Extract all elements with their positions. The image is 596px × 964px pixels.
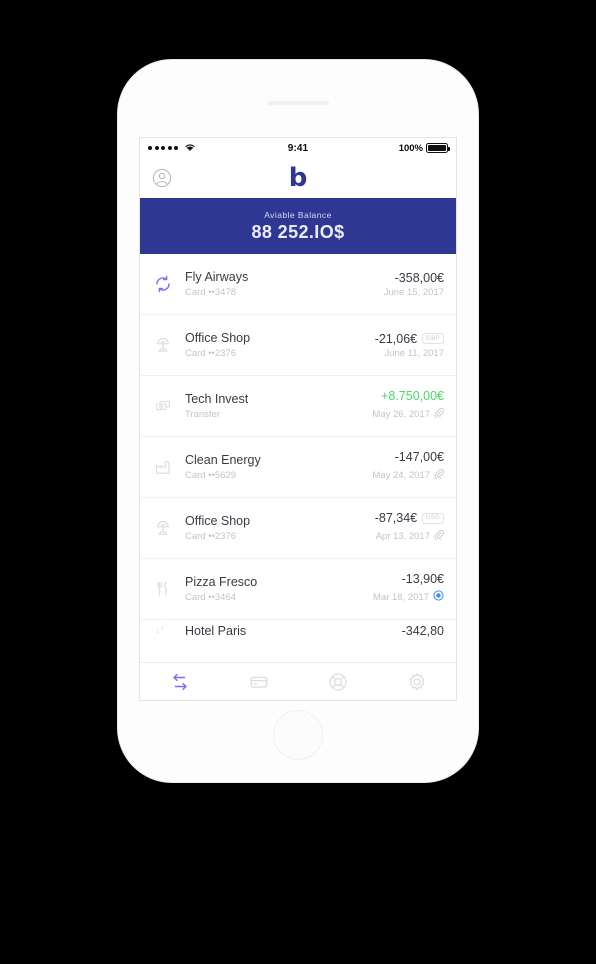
tab-transfers[interactable]	[140, 663, 219, 700]
transaction-date: June 15, 2017	[383, 286, 444, 298]
transaction-meta: -21,06€ GBP June 11, 2017	[375, 332, 444, 359]
status-bar: 9:41 100%	[140, 138, 456, 158]
transaction-date: June 11, 2017	[384, 347, 444, 359]
currency-badge: USD	[422, 512, 444, 524]
tab-settings[interactable]	[377, 663, 456, 700]
location-pin-icon[interactable]	[433, 588, 444, 606]
transaction-info: Pizza Fresco Card ••3464	[176, 575, 373, 604]
bottom-tab-bar[interactable]	[140, 662, 456, 700]
transaction-title: Clean Energy	[185, 452, 261, 467]
transaction-info: Office Shop Card ••2376	[176, 331, 375, 360]
desk-lamp-icon	[150, 518, 176, 538]
transaction-subtitle: Transfer	[185, 408, 221, 420]
svg-text:z: z	[165, 622, 167, 627]
transaction-amount: -21,06€	[374, 331, 418, 346]
balance-label: Aviable Balance	[264, 209, 332, 220]
screenshot-canvas: 9:41 100% b Aviable Balance 88 252.IO$ F…	[0, 0, 596, 964]
app-header: b	[140, 158, 456, 198]
transaction-subtitle: Card ••5629	[185, 469, 237, 481]
svg-text:z: z	[161, 625, 164, 631]
transaction-subtitle: Card ••3464	[185, 591, 237, 603]
balance-amount: 88 252.IO$	[251, 221, 345, 242]
transaction-info: Tech Invest Transfer	[176, 392, 372, 421]
transaction-amount: +8.750,00€	[381, 389, 444, 403]
status-bar-clock: 9:41	[287, 142, 309, 154]
transaction-title: Tech Invest	[185, 391, 249, 406]
transaction-info: Fly Airways Card ••3478	[176, 270, 384, 299]
paperclip-icon[interactable]	[434, 466, 444, 484]
transaction-title: Office Shop	[185, 513, 251, 528]
banknotes-icon	[150, 396, 176, 416]
factory-icon	[150, 457, 176, 477]
transaction-date: Mar 18, 2017	[373, 591, 429, 603]
transaction-meta: +8.750,00€ May 26, 2017	[372, 389, 444, 423]
tab-support[interactable]	[298, 663, 377, 700]
transaction-meta: -342,80	[402, 620, 444, 638]
phone-screen: 9:41 100% b Aviable Balance 88 252.IO$ F…	[140, 138, 456, 700]
transaction-row-partial[interactable]: z z z Hotel Paris -342,80	[140, 620, 456, 646]
transaction-subtitle: Card ••3478	[185, 286, 237, 298]
sleep-zzz-icon: z z z	[150, 620, 176, 636]
transaction-row[interactable]: Fly Airways Card ••3478 -358,00€ June 15…	[140, 254, 456, 315]
transaction-subtitle: Card ••2376	[185, 530, 237, 542]
transaction-date: May 26, 2017	[372, 408, 430, 420]
transaction-info: Office Shop Card ••2376	[176, 514, 375, 543]
tab-cards[interactable]	[219, 663, 298, 700]
transaction-amount: -87,34€	[374, 511, 418, 525]
transaction-title: Hotel Paris	[185, 624, 247, 638]
paperclip-icon[interactable]	[434, 527, 444, 545]
svg-text:z: z	[156, 628, 159, 635]
transaction-meta: -13,90€ Mar 18, 2017	[373, 572, 444, 606]
transaction-title: Fly Airways	[185, 269, 249, 284]
sync-arrows-icon	[150, 274, 176, 294]
available-balance-banner: Aviable Balance 88 252.IO$	[140, 198, 456, 254]
transaction-list[interactable]: Fly Airways Card ••3478 -358,00€ June 15…	[140, 254, 456, 646]
transaction-row[interactable]: Pizza Fresco Card ••3464 -13,90€ Mar 18,…	[140, 559, 456, 620]
transaction-meta: -87,34€ USD Apr 13, 2017	[375, 511, 444, 545]
currency-badge: GBP	[422, 333, 444, 344]
transaction-amount: -13,90€	[401, 572, 444, 586]
desk-lamp-icon	[150, 335, 176, 355]
transaction-info: Hotel Paris	[176, 620, 402, 639]
battery-icon	[426, 143, 450, 153]
transaction-info: Clean Energy Card ••5629	[176, 453, 372, 482]
transaction-title: Office Shop	[185, 330, 251, 345]
transaction-row[interactable]: Clean Energy Card ••5629 -147,00€ May 24…	[140, 437, 456, 498]
home-button[interactable]	[273, 710, 323, 760]
transaction-date: Apr 13, 2017	[375, 530, 430, 542]
earpiece-speaker	[267, 101, 329, 105]
transaction-amount: -342,80	[401, 624, 444, 638]
fork-knife-icon	[150, 579, 176, 599]
transaction-date: May 24, 2017	[372, 469, 430, 481]
paperclip-icon[interactable]	[434, 405, 444, 423]
transaction-meta: -147,00€ May 24, 2017	[372, 450, 444, 484]
transaction-subtitle: Card ••2376	[185, 347, 237, 359]
transaction-row[interactable]: Tech Invest Transfer +8.750,00€ May 26, …	[140, 376, 456, 437]
phone-device-frame: 9:41 100% b Aviable Balance 88 252.IO$ F…	[118, 60, 478, 782]
app-logo: b	[288, 163, 308, 193]
transaction-title: Pizza Fresco	[185, 574, 258, 589]
transaction-amount: -358,00€	[394, 270, 444, 285]
transaction-row[interactable]: Office Shop Card ••2376 -21,06€ GBP June…	[140, 315, 456, 376]
transaction-meta: -358,00€ June 15, 2017	[384, 271, 444, 298]
transaction-amount: -147,00€	[394, 450, 444, 464]
transaction-row[interactable]: Office Shop Card ••2376 -87,34€ USD Apr …	[140, 498, 456, 559]
